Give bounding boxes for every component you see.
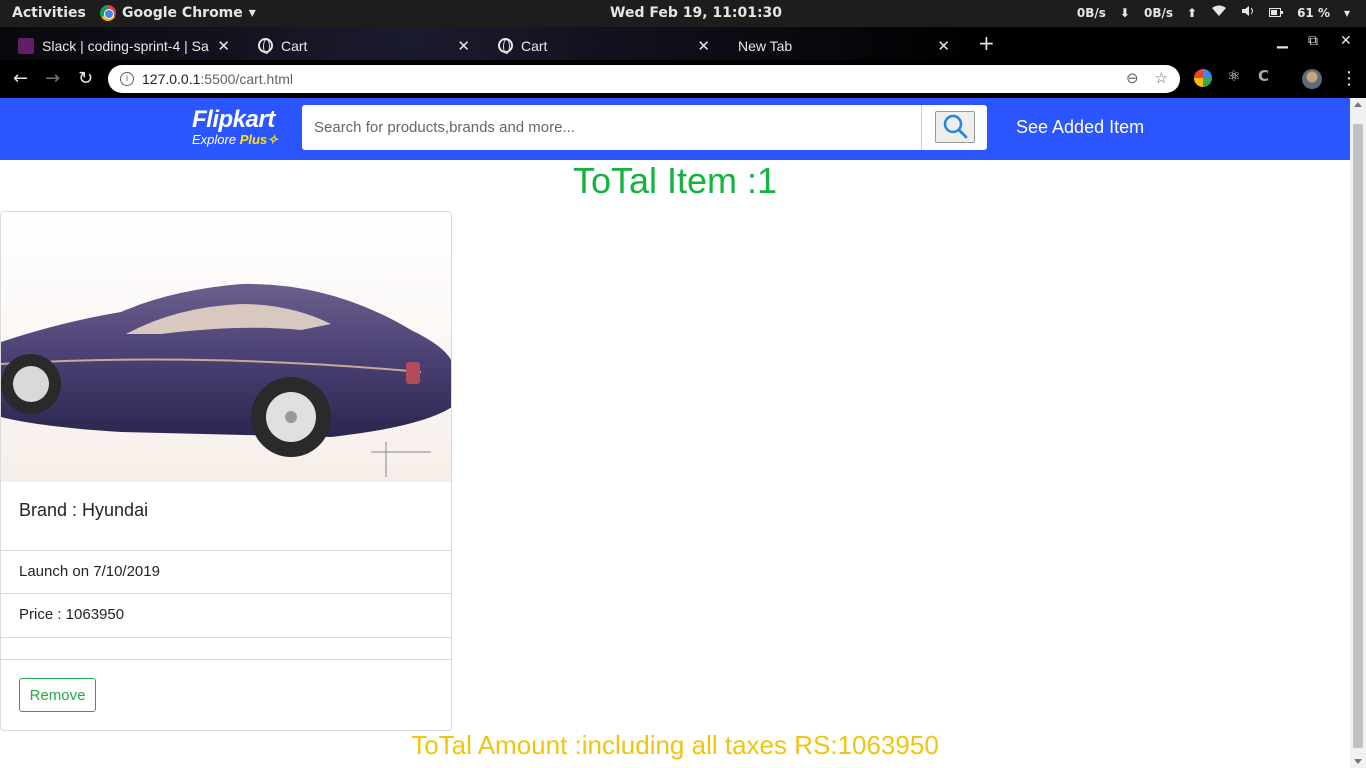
bookmark-star-icon[interactable]: ☆ (1155, 69, 1168, 87)
globe-icon (498, 38, 513, 54)
url-path: :5500/cart.html (200, 71, 293, 87)
cart-item-card: Brand : Hyundai Launch on 7/10/2019 Pric… (0, 211, 452, 731)
close-tab-icon[interactable]: ✕ (937, 37, 950, 55)
chrome-menu-icon[interactable]: ⋮ (1340, 68, 1358, 89)
flipkart-header: Flipkart Explore Plus✧ See Added Item (0, 98, 1350, 160)
list-divider (1, 637, 451, 659)
scroll-down-icon[interactable] (1354, 759, 1362, 764)
total-amount: ToTal Amount :including all taxes RS:106… (411, 730, 939, 760)
activities-button[interactable]: Activities (12, 5, 86, 21)
extension-c-icon[interactable]: C (1258, 67, 1276, 85)
volume-icon (1241, 5, 1255, 20)
wifi-icon (1211, 5, 1227, 20)
logo-sub: Explore (192, 132, 237, 147)
app-menu[interactable]: Google Chrome ▾ (100, 5, 256, 21)
app-menu-label: Google Chrome (122, 5, 243, 21)
slack-icon (18, 37, 34, 54)
tab-cart-2[interactable]: Cart ✕ (480, 31, 720, 60)
minimize-icon[interactable]: ▁ (1277, 33, 1288, 49)
battery-icon (1269, 6, 1284, 20)
tab-title: Cart (281, 37, 308, 54)
see-added-item-link[interactable]: See Added Item (1016, 117, 1144, 138)
upload-arrow-icon: ⬆ (1187, 5, 1198, 20)
web-page: Flipkart Explore Plus✧ See Added Item To… (0, 98, 1350, 768)
logo-name: Flipkart (192, 106, 275, 133)
total-item-heading: ToTal Item :1 (572, 160, 778, 201)
reload-icon[interactable]: ↻ (78, 68, 93, 89)
tab-cart-1[interactable]: Cart ✕ (240, 31, 480, 60)
tab-slack[interactable]: Slack | coding-sprint-4 | Sa ✕ (0, 31, 240, 60)
tab-strip: Slack | coding-sprint-4 | Sa ✕ Cart ✕ Ca… (0, 27, 1366, 60)
close-tab-icon[interactable]: ✕ (457, 37, 470, 55)
react-devtools-icon[interactable]: ⚛ (1227, 67, 1245, 85)
close-window-icon[interactable]: ✕ (1340, 33, 1352, 49)
tab-new-tab[interactable]: New Tab ✕ (720, 31, 960, 60)
plus-icon: ✧ (267, 132, 279, 147)
product-brand: Brand : Hyundai (19, 500, 149, 520)
back-icon[interactable]: ← (13, 68, 28, 89)
product-price: Price : 1063950 (1, 593, 451, 637)
download-arrow-icon: ⬇ (1119, 5, 1130, 20)
search-input[interactable] (302, 105, 922, 150)
clock[interactable]: Wed Feb 19, 11:01:30 (610, 5, 782, 21)
logo-plus: Plus (239, 132, 268, 147)
chrome-icon (100, 5, 116, 21)
net-up-speed: 0B/s (1143, 5, 1173, 20)
tab-title: Slack | coding-sprint-4 | Sa (42, 37, 209, 54)
close-tab-icon[interactable]: ✕ (697, 37, 710, 55)
forward-icon[interactable]: → (45, 68, 60, 89)
url-host: 127.0.0.1 (142, 71, 201, 87)
zoom-icon[interactable]: ⊖ (1126, 69, 1139, 87)
net-down-speed: 0B/s (1076, 5, 1106, 20)
remove-button[interactable]: Remove (19, 678, 96, 712)
search-button[interactable] (935, 111, 975, 143)
scroll-thumb[interactable] (1353, 124, 1363, 748)
site-info-icon[interactable]: i (120, 72, 134, 86)
profile-avatar[interactable] (1302, 69, 1322, 89)
browser-toolbar: ← → ↻ i 127.0.0.1:5500/cart.html ⊖ ☆ ⚛ C… (0, 60, 1366, 98)
battery-level: 61 % (1297, 5, 1330, 20)
address-bar[interactable]: i 127.0.0.1:5500/cart.html ⊖ ☆ (108, 65, 1180, 93)
system-top-bar: Activities Google Chrome ▾ Wed Feb 19, 1… (0, 0, 1366, 27)
close-tab-icon[interactable]: ✕ (217, 37, 230, 55)
globe-icon (258, 38, 273, 54)
page-scrollbar[interactable] (1350, 98, 1366, 768)
maximize-icon[interactable]: ⧉ (1308, 33, 1318, 49)
tab-title: New Tab (738, 37, 793, 54)
search-icon (943, 114, 968, 138)
chevron-down-icon: ▾ (248, 5, 256, 21)
product-image (1, 212, 451, 482)
system-tray[interactable]: 0B/s ⬇ 0B/s ⬆ 61 % ▾ (1077, 5, 1350, 20)
new-tab-button[interactable]: + (978, 31, 995, 55)
scroll-up-icon[interactable] (1354, 102, 1362, 107)
tab-title: Cart (521, 37, 548, 54)
product-launch-date: Launch on 7/10/2019 (1, 550, 451, 593)
extension-icon[interactable] (1194, 69, 1212, 87)
flipkart-logo[interactable]: Flipkart Explore Plus✧ (192, 106, 278, 148)
chevron-down-icon: ▾ (1343, 5, 1350, 20)
search-box (302, 105, 987, 150)
